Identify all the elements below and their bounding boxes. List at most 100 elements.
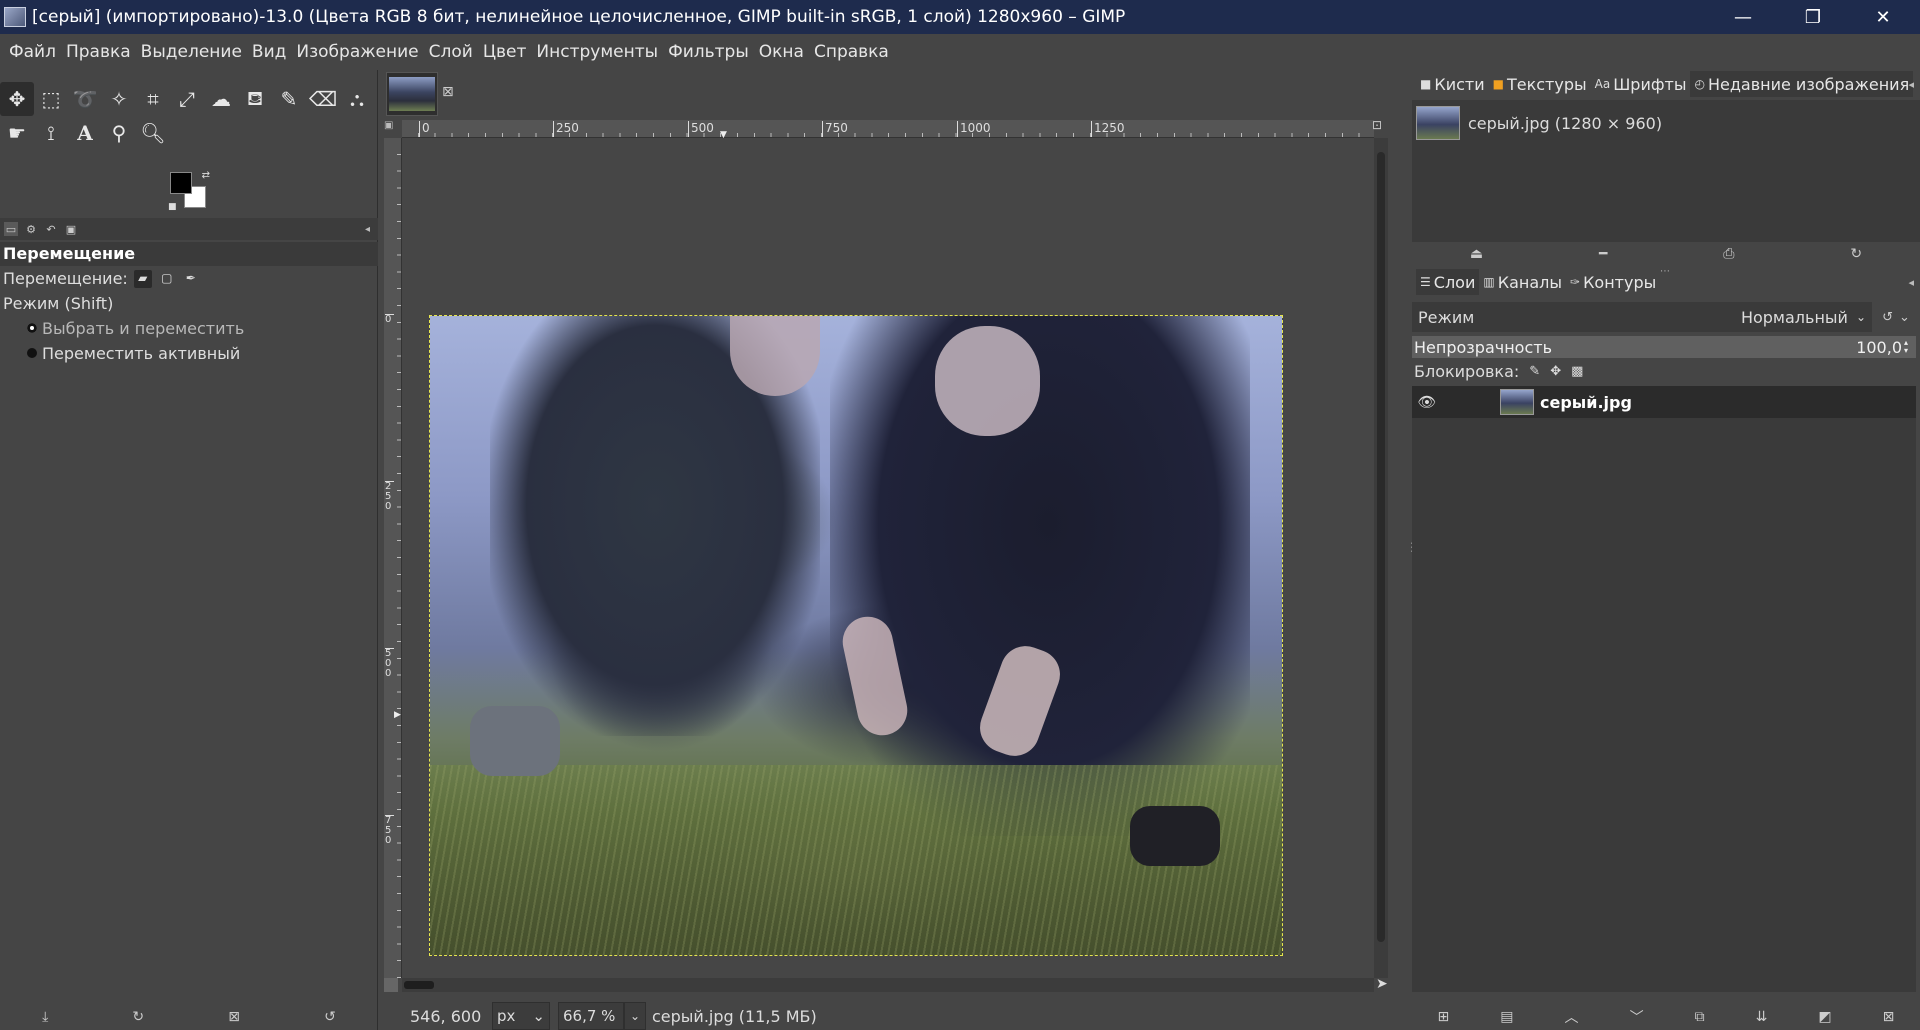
- text-tool[interactable]: A: [68, 116, 102, 150]
- layer-name[interactable]: серый.jpg: [1540, 393, 1632, 412]
- minimize-button[interactable]: —: [1708, 0, 1778, 34]
- duplicate-layer-icon[interactable]: ⧉: [1695, 1009, 1705, 1025]
- menu-select[interactable]: Выделение: [136, 42, 247, 62]
- document-history-icon: ◴: [1694, 77, 1705, 91]
- zoom-fit-icon[interactable]: ⊡: [1372, 118, 1388, 134]
- menu-image[interactable]: Изображение: [291, 42, 423, 62]
- fuzzy-select-tool[interactable]: ✧: [102, 82, 136, 116]
- clone-tool[interactable]: ⛬: [340, 82, 374, 116]
- spin-arrows-icon[interactable]: ▴ ▾: [1904, 339, 1914, 355]
- raise-layer-icon[interactable]: ︿: [1565, 1007, 1579, 1027]
- warp-tool[interactable]: ☁: [204, 82, 238, 116]
- paintbrush-tool[interactable]: ✎: [272, 82, 306, 116]
- radio-pick-layer-label: Выбрать и переместить: [42, 319, 245, 338]
- vertical-ruler[interactable]: 0 250 500 750 1000 ▶: [384, 138, 402, 978]
- clear-history-icon[interactable]: ⎙: [1723, 246, 1734, 262]
- refresh-icon[interactable]: ↻: [1850, 246, 1862, 262]
- layer-row[interactable]: 👁︎ серый.jpg: [1412, 386, 1916, 418]
- eraser-tool[interactable]: ⌫: [306, 82, 340, 116]
- recent-image-item[interactable]: серый.jpg (1280 × 960): [1416, 106, 1662, 140]
- navigate-icon[interactable]: ➤: [1376, 976, 1388, 992]
- canvas-area[interactable]: [402, 138, 1374, 978]
- zoom-tool[interactable]: 🔍︎: [136, 116, 170, 150]
- undo-history-tab-icon[interactable]: ↶: [44, 222, 58, 236]
- radio-pick-layer[interactable]: Выбрать и переместить: [0, 316, 378, 341]
- tab-patterns[interactable]: ■ Текстуры: [1489, 71, 1591, 97]
- dock-menu-icon[interactable]: ◂: [1908, 78, 1914, 91]
- tab-brushes[interactable]: ■ Кисти: [1416, 71, 1489, 97]
- crop-tool[interactable]: ⌗: [136, 82, 170, 116]
- foreground-color[interactable]: [170, 172, 192, 194]
- quick-mask-toggle[interactable]: ▣: [384, 120, 398, 134]
- move-tool[interactable]: ✥: [0, 82, 34, 116]
- tab-layers[interactable]: ☰ Слои: [1416, 269, 1480, 295]
- swap-colors-icon[interactable]: ⇄: [202, 170, 210, 181]
- rect-select-tool[interactable]: ⬚: [34, 82, 68, 116]
- close-button[interactable]: ✕: [1848, 0, 1918, 34]
- remove-entry-icon[interactable]: ━: [1599, 246, 1607, 262]
- opacity-slider[interactable]: Непрозрачность 100,0 ▴ ▾: [1412, 336, 1916, 358]
- images-tab-icon[interactable]: ▣: [64, 222, 78, 236]
- move-path-icon[interactable]: ✒: [182, 270, 200, 288]
- add-mask-icon[interactable]: ◩: [1818, 1009, 1831, 1025]
- transform-tool[interactable]: ⤢: [170, 82, 204, 116]
- menu-file[interactable]: Файл: [4, 42, 61, 62]
- new-layer-group-icon[interactable]: ▤: [1500, 1009, 1513, 1025]
- radio-move-active[interactable]: Переместить активный: [0, 341, 378, 366]
- layer-mode-selector[interactable]: Режим Нормальный ⌄: [1412, 302, 1872, 332]
- unit-selector[interactable]: px ⌄: [492, 1002, 550, 1030]
- vertical-scroll-thumb[interactable]: [1377, 152, 1385, 942]
- menu-windows[interactable]: Окна: [754, 42, 809, 62]
- composite-mode-selector[interactable]: ↺ ⌄: [1874, 302, 1918, 332]
- lock-alpha-icon[interactable]: ▩: [1571, 364, 1583, 379]
- dock-config-icon[interactable]: ◂: [365, 224, 370, 235]
- lock-pixels-icon[interactable]: ✎: [1529, 364, 1540, 379]
- move-tool-icon: ✥: [8, 87, 26, 111]
- tab-channels[interactable]: ▥ Каналы: [1479, 269, 1566, 295]
- image-photo[interactable]: [429, 315, 1283, 956]
- color-picker-tool[interactable]: ⚲: [102, 116, 136, 150]
- new-layer-icon[interactable]: ⊞: [1438, 1009, 1450, 1025]
- tab-fonts[interactable]: Aa Шрифты: [1591, 71, 1691, 97]
- menu-edit[interactable]: Правка: [61, 42, 136, 62]
- menu-tools[interactable]: Инструменты: [531, 42, 663, 62]
- zoom-dropdown[interactable]: ⌄: [624, 1002, 646, 1030]
- zoom-field[interactable]: 66,7 %: [558, 1002, 624, 1030]
- bucket-fill-tool[interactable]: ⛾: [238, 82, 272, 116]
- lock-position-icon[interactable]: ✥: [1550, 364, 1561, 379]
- dock-menu-icon[interactable]: ◂: [1908, 276, 1914, 289]
- lower-layer-icon[interactable]: ﹀: [1630, 1007, 1644, 1027]
- restore-button[interactable]: ❐: [1778, 0, 1848, 34]
- image-tab-close-icon[interactable]: ⊠: [442, 84, 454, 100]
- image-tab[interactable]: [386, 72, 438, 116]
- open-image-icon[interactable]: ⏏: [1470, 246, 1483, 262]
- horizontal-ruler[interactable]: 0 250 500 750 1000 1250 ▼: [402, 120, 1374, 140]
- delete-layer-icon[interactable]: ⊠: [1883, 1009, 1895, 1025]
- menu-colors[interactable]: Цвет: [478, 42, 532, 62]
- tool-options-panel: Перемещение Перемещение: ▰ ▢ ✒ Режим (Sh…: [0, 242, 378, 366]
- move-layer-icon[interactable]: ▰: [133, 269, 152, 288]
- free-select-tool[interactable]: ➰: [68, 82, 102, 116]
- paths-tool[interactable]: ⟟: [34, 116, 68, 150]
- save-options-icon[interactable]: ⤓: [42, 1009, 48, 1025]
- tab-paths[interactable]: ✑ Контуры: [1566, 269, 1660, 295]
- reset-colors-icon[interactable]: ■: [168, 202, 177, 212]
- horizontal-scrollbar[interactable]: [402, 978, 1374, 992]
- tab-recent-images[interactable]: ◴ Недавние изображения: [1690, 71, 1914, 97]
- vertical-scrollbar[interactable]: [1374, 138, 1388, 978]
- visibility-eye-icon[interactable]: 👁︎: [1412, 393, 1442, 411]
- smudge-tool[interactable]: ☛: [0, 116, 34, 150]
- image-window: ⊠ ▣ 0 250 500 750 1000 1250 ▼ 0 250 500 …: [380, 70, 1408, 1030]
- restore-options-icon[interactable]: ↻: [132, 1009, 144, 1025]
- menu-view[interactable]: Вид: [247, 42, 291, 62]
- move-selection-icon[interactable]: ▢: [158, 270, 176, 288]
- menu-layer[interactable]: Слой: [424, 42, 478, 62]
- horizontal-scroll-thumb[interactable]: [404, 981, 434, 989]
- merge-layer-icon[interactable]: ⇊: [1756, 1009, 1768, 1025]
- menu-filters[interactable]: Фильтры: [663, 42, 754, 62]
- menu-help[interactable]: Справка: [809, 42, 894, 62]
- reset-options-icon[interactable]: ↺: [324, 1009, 336, 1025]
- device-status-tab-icon[interactable]: ⚙: [24, 222, 38, 236]
- delete-options-icon[interactable]: ⊠: [228, 1009, 240, 1025]
- tool-options-tab-icon[interactable]: ▭: [4, 222, 18, 236]
